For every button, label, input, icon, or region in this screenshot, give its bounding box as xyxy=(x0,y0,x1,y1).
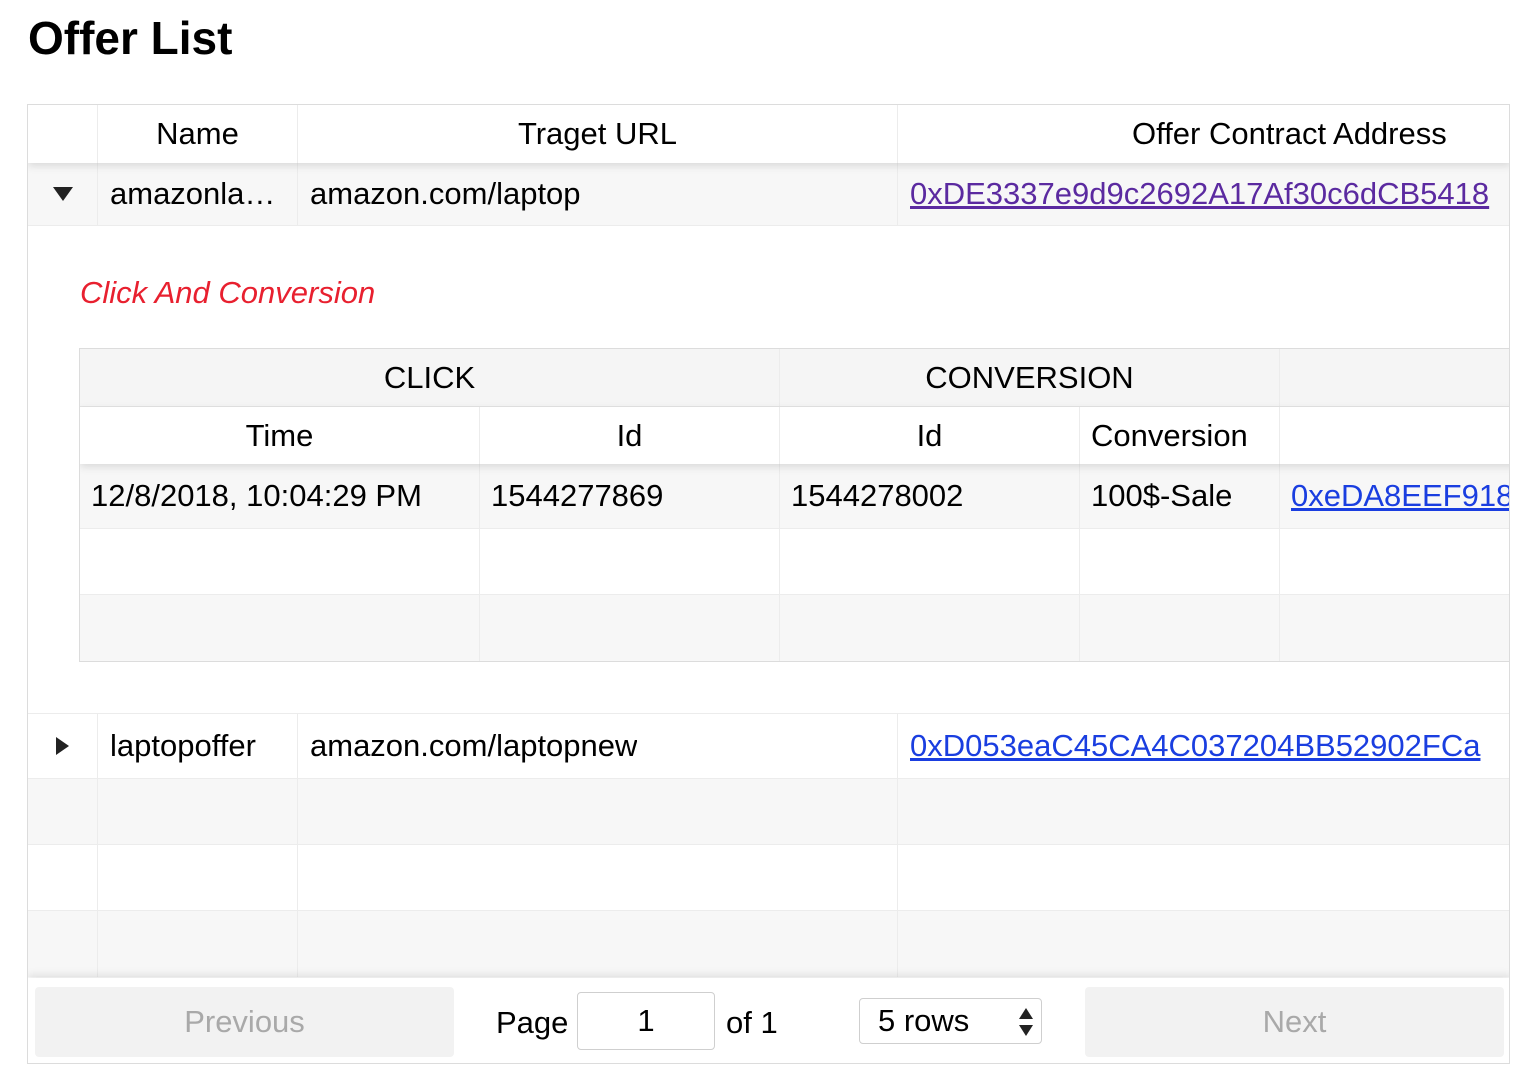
click-conversion-table: CLICK CONVERSION Time Id Id Conversion 1… xyxy=(79,348,1509,662)
table-row: amazonlaptop amazon.com/laptop 0xDE3337e… xyxy=(28,163,1509,226)
subcomponent-title: Click And Conversion xyxy=(80,275,376,310)
page-title: Offer List xyxy=(28,12,233,64)
table-row: 12/8/2018, 10:04:29 PM 1544277869 154427… xyxy=(80,464,1509,529)
empty-row xyxy=(28,911,1509,977)
column-header-name[interactable]: Name xyxy=(98,105,298,163)
table-header: Name Traget URL Offer Contract Address xyxy=(28,105,1509,163)
table-row: laptopoffer amazon.com/laptopnew 0xD053e… xyxy=(28,713,1509,779)
expander-header xyxy=(28,105,98,163)
row-expander[interactable] xyxy=(28,163,98,225)
group-header-row: CLICK CONVERSION xyxy=(80,349,1509,407)
page-number-input[interactable] xyxy=(577,992,715,1050)
address-link[interactable]: 0xeDA8EEF918 xyxy=(1291,478,1509,514)
empty-row xyxy=(80,529,1509,595)
caret-down-icon[interactable] xyxy=(52,187,73,201)
offer-name-cell: amazonlaptop xyxy=(98,163,298,225)
time-cell: 12/8/2018, 10:04:29 PM xyxy=(80,464,480,528)
contract-address-link[interactable]: 0xD053eaC45CA4C037204BB52902FCa xyxy=(910,728,1480,764)
empty-row xyxy=(80,595,1509,661)
contract-address-link[interactable]: 0xDE3337e9d9c2692A17Af30c6dCB5418 xyxy=(910,176,1489,212)
conversion-id-cell: 1544278002 xyxy=(780,464,1080,528)
column-header-address[interactable] xyxy=(1280,407,1509,464)
target-url-cell: amazon.com/laptop xyxy=(298,163,898,225)
offer-table: Name Traget URL Offer Contract Address a… xyxy=(27,104,1510,1064)
page-label: Page xyxy=(496,1005,569,1040)
row-expander[interactable] xyxy=(28,714,98,778)
click-id-cell: 1544277869 xyxy=(480,464,780,528)
column-header-offer-contract-address[interactable]: Offer Contract Address xyxy=(898,105,1509,163)
column-header-conversion[interactable]: Conversion xyxy=(1080,407,1280,464)
page-total-label: of 1 xyxy=(726,1005,778,1040)
column-header-target-url[interactable]: Traget URL xyxy=(298,105,898,163)
target-url-cell: amazon.com/laptopnew xyxy=(298,714,898,778)
select-arrows-icon xyxy=(1019,1008,1033,1036)
column-header-click-id[interactable]: Id xyxy=(480,407,780,464)
group-header-empty xyxy=(1280,349,1509,406)
offer-name-cell: laptopoffer xyxy=(98,714,298,778)
rows-per-page-value: 5 rows xyxy=(878,1003,970,1038)
column-header-time[interactable]: Time xyxy=(80,407,480,464)
empty-row xyxy=(28,779,1509,845)
caret-right-icon[interactable] xyxy=(56,737,69,755)
contract-address-cell: 0xDE3337e9d9c2692A17Af30c6dCB5418 xyxy=(898,163,1509,225)
group-header-conversion: CONVERSION xyxy=(780,349,1280,406)
empty-row xyxy=(28,845,1509,911)
previous-button[interactable]: Previous xyxy=(35,987,454,1057)
conversion-cell: 100$-Sale xyxy=(1080,464,1280,528)
contract-address-cell: 0xD053eaC45CA4C037204BB52902FCa xyxy=(898,714,1509,778)
rows-per-page-select[interactable]: 5 rows xyxy=(859,998,1042,1044)
pagination-bar: Previous Page of 1 5 rows Next xyxy=(28,978,1509,1063)
next-button[interactable]: Next xyxy=(1085,987,1504,1057)
column-header-conversion-id[interactable]: Id xyxy=(780,407,1080,464)
group-header-click: CLICK xyxy=(80,349,780,406)
subtable-header: Time Id Id Conversion xyxy=(80,407,1509,464)
address-cell: 0xeDA8EEF918 xyxy=(1280,464,1509,528)
